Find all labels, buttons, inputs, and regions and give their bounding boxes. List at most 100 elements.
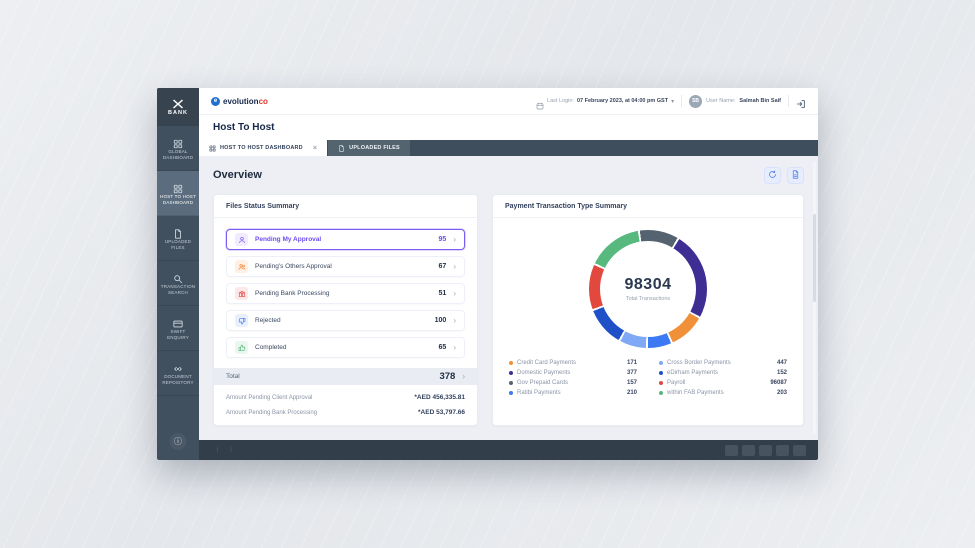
- social-button[interactable]: [742, 445, 755, 456]
- legend-value: 210: [627, 390, 637, 396]
- amounts-list: Amount Pending Client Approval *AED 456,…: [214, 385, 477, 425]
- brand-logo[interactable]: e evolutionco: [211, 97, 268, 106]
- chevron-down-icon: ▾: [671, 98, 674, 105]
- refresh-button[interactable]: [764, 167, 781, 184]
- social-links: [725, 445, 806, 456]
- pending-others-approval-icon: [235, 260, 248, 273]
- legend-name: Ratibi Payments: [517, 390, 623, 396]
- donut-chart: 98304 Total Transactions: [589, 230, 707, 348]
- legend-dot: [509, 391, 513, 395]
- total-transactions-value: 98304: [625, 276, 672, 294]
- tab[interactable]: UPLOADED FILES: [328, 140, 410, 156]
- main-column: e evolutionco Last Login: 07 February 20…: [199, 88, 818, 460]
- help-button[interactable]: ⓘ: [170, 433, 187, 450]
- legend-dot: [659, 371, 663, 375]
- chevron-right-icon: ›: [453, 236, 456, 244]
- tab[interactable]: HOST TO HOST DASHBOARD ×: [199, 140, 327, 156]
- refresh-icon: [768, 166, 777, 184]
- status-label: Pending Bank Processing: [255, 290, 432, 297]
- host-to-host-dashboard-icon: [173, 181, 183, 191]
- swift-enquiry-icon: [173, 316, 183, 326]
- tab-close-icon[interactable]: ×: [313, 145, 317, 152]
- content-area: Overview Files Status Summary Pending My…: [199, 156, 818, 440]
- chevron-right-icon: ›: [462, 373, 465, 381]
- legend-value: 377: [627, 370, 637, 376]
- user-name-value: Salmah Bin Saif: [739, 98, 781, 104]
- chevron-right-icon: ›: [453, 290, 456, 298]
- amount-row: Amount Pending Client Approval *AED 456,…: [226, 394, 465, 401]
- total-row[interactable]: Total 378 ›: [214, 368, 477, 385]
- legend-item: eDirham Payments 152: [659, 370, 787, 376]
- pending-bank-processing-icon: [235, 287, 248, 300]
- payment-summary-card: Payment Transaction Type Summary 98304 T…: [492, 194, 804, 426]
- chart-legend: Credit Card Payments 171 Domestic Paymen…: [493, 360, 803, 406]
- chevron-right-icon: ›: [453, 317, 456, 325]
- status-row[interactable]: Completed 65 ›: [226, 337, 465, 358]
- sidebar-item-label: GLOBAL DASHBOARD: [159, 149, 197, 160]
- legend-name: Domestic Payments: [517, 370, 623, 376]
- user-menu[interactable]: SB User Name: Salmah Bin Saif: [689, 95, 781, 108]
- status-count: 51: [439, 290, 447, 297]
- status-row[interactable]: Pending Bank Processing 51 ›: [226, 283, 465, 304]
- total-transactions-label: Total Transactions: [626, 296, 670, 302]
- sidebar: BANK GLOBAL DASHBOARD HOST TO HOST DASHB…: [157, 88, 199, 460]
- sidebar-item[interactable]: SWIFT ENQUIRY: [157, 306, 199, 351]
- bank-logo[interactable]: BANK: [157, 88, 199, 126]
- social-button[interactable]: [725, 445, 738, 456]
- status-label: Rejected: [255, 317, 428, 324]
- export-pdf-button[interactable]: [787, 167, 804, 184]
- files-status-card: Files Status Summary Pending My Approval…: [213, 194, 478, 426]
- dashboard-tab-icon: [209, 145, 216, 152]
- legend-item: Domestic Payments 377: [509, 370, 637, 376]
- legend-item: Cross Border Payments 447: [659, 360, 787, 366]
- legend-dot: [659, 391, 663, 395]
- sidebar-item[interactable]: HOST TO HOST DASHBOARD: [157, 171, 199, 216]
- legend-name: Cross Border Payments: [667, 360, 773, 366]
- transaction-search-icon: [173, 271, 183, 281]
- status-count: 95: [439, 236, 447, 243]
- overview-header: Overview: [213, 156, 804, 194]
- donut-center: 98304 Total Transactions: [600, 241, 696, 337]
- scrollbar-thumb[interactable]: [813, 214, 816, 302]
- files-status-title: Files Status Summary: [214, 195, 477, 218]
- legend-name: within FAB Payments: [667, 390, 773, 396]
- social-button[interactable]: [793, 445, 806, 456]
- legend-item: Payroll 96087: [659, 380, 787, 386]
- status-row[interactable]: Pending My Approval 95 ›: [226, 229, 465, 250]
- uploaded-files-tab-icon: [338, 145, 345, 152]
- app-window: BANK GLOBAL DASHBOARD HOST TO HOST DASHB…: [157, 88, 818, 460]
- status-row[interactable]: Rejected 100 ›: [226, 310, 465, 331]
- sidebar-item-label: UPLOADED FILES: [159, 239, 197, 250]
- legend-value: 96087: [770, 380, 787, 386]
- cards-row: Files Status Summary Pending My Approval…: [213, 194, 804, 426]
- pdf-file-icon: [791, 166, 800, 184]
- sidebar-item[interactable]: DOCUMENT REPOSITORY: [157, 351, 199, 396]
- status-label: Completed: [255, 344, 432, 351]
- footer-link[interactable]: [211, 447, 224, 453]
- last-login-dropdown[interactable]: Last Login: 07 February 2023, at 04:00 p…: [536, 97, 674, 105]
- bank-logo-icon: [172, 99, 184, 109]
- status-count: 67: [439, 263, 447, 270]
- logout-button[interactable]: [796, 96, 806, 106]
- social-button[interactable]: [776, 445, 789, 456]
- footer-link[interactable]: [224, 447, 237, 453]
- logout-icon: [796, 96, 806, 106]
- scrollbar-track[interactable]: [813, 162, 816, 434]
- legend-item: Gov Prepaid Cards 157: [509, 380, 637, 386]
- chevron-right-icon: ›: [453, 344, 456, 352]
- sidebar-item[interactable]: UPLOADED FILES: [157, 216, 199, 261]
- user-name-label: User Name:: [706, 98, 735, 104]
- status-label: Pending My Approval: [255, 236, 432, 243]
- legend-name: Gov Prepaid Cards: [517, 380, 623, 386]
- legend-value: 171: [627, 360, 637, 366]
- tab-label: UPLOADED FILES: [349, 145, 400, 151]
- amount-row: Amount Pending Bank Processing *AED 53,7…: [226, 409, 465, 416]
- sidebar-item[interactable]: TRANSACTION SEARCH: [157, 261, 199, 306]
- status-row[interactable]: Pending's Others Approval 67 ›: [226, 256, 465, 277]
- chevron-right-icon: ›: [453, 263, 456, 271]
- legend-item: Credit Card Payments 171: [509, 360, 637, 366]
- social-button[interactable]: [759, 445, 772, 456]
- legend-dot: [509, 361, 513, 365]
- last-login-label: Last Login:: [547, 98, 574, 104]
- sidebar-item[interactable]: GLOBAL DASHBOARD: [157, 126, 199, 171]
